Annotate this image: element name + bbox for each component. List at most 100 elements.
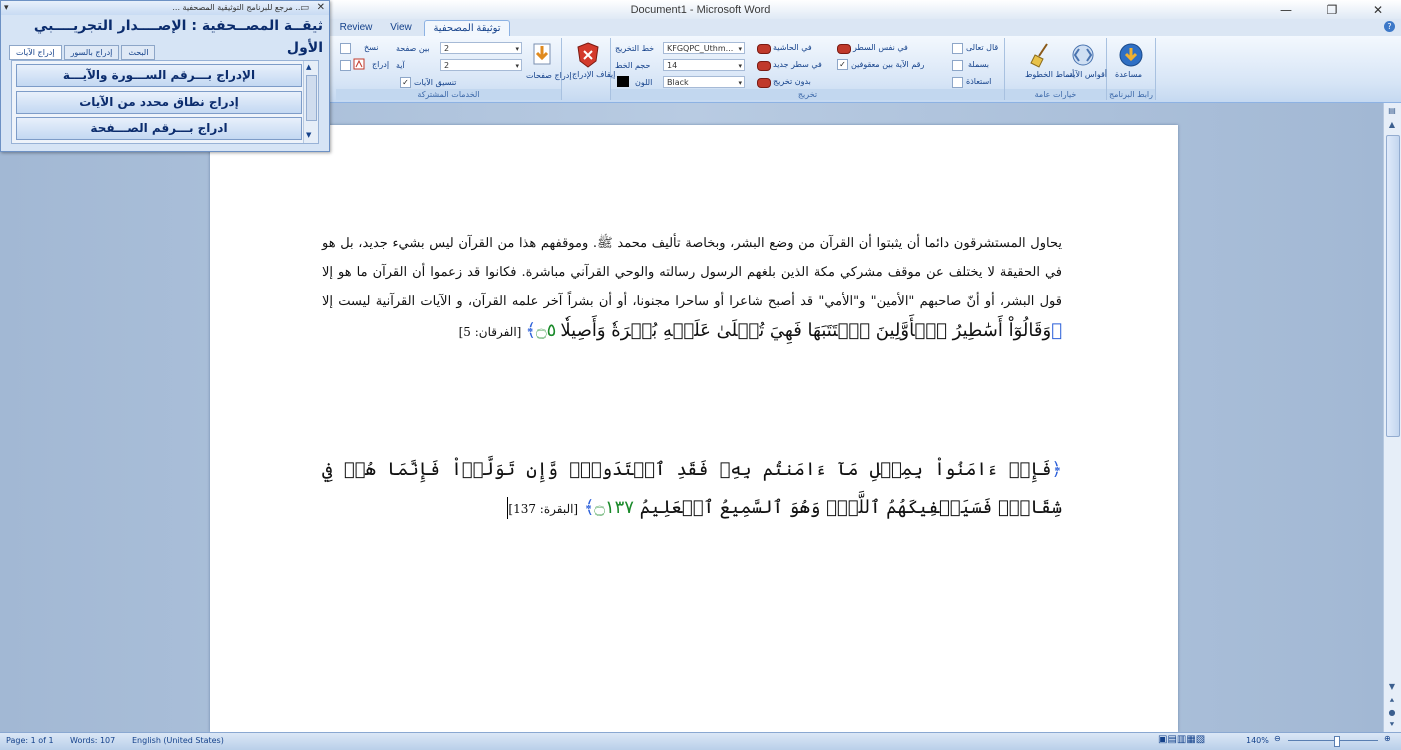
opt-brackets-check[interactable]: ✓: [837, 59, 848, 70]
format-ayat-check[interactable]: ✓: [400, 77, 411, 88]
pdf-icon[interactable]: [353, 58, 365, 70]
maximize-button[interactable]: ❐: [1309, 0, 1355, 19]
scroll-up-icon[interactable]: ▲: [1386, 119, 1398, 130]
scroll-thumb[interactable]: [1386, 135, 1400, 437]
zoom-slider-thumb[interactable]: [1334, 736, 1340, 747]
panel-scroll-down-icon[interactable]: ▼: [306, 131, 311, 139]
verse2-reference: [البقرة: 137]: [508, 502, 579, 516]
shared-check-1[interactable]: [340, 43, 351, 54]
insert-by-page-button[interactable]: ادراج بـــرقم الصـــفحة: [16, 117, 302, 140]
scroll-down-icon[interactable]: ▼: [1386, 681, 1398, 692]
opt-brackets-label[interactable]: رقم الآية بين معقوفين: [851, 60, 924, 69]
verse1-reference: [الفرقان: 5]: [458, 325, 522, 339]
vertical-scrollbar[interactable]: ▤ ▲ ▼ ⯅ ● ⯆: [1383, 103, 1401, 732]
ayah-label: آية: [396, 61, 405, 70]
zoom-level[interactable]: 140%: [1246, 736, 1269, 745]
opt-none-label[interactable]: بدون تخريج: [773, 77, 811, 86]
panel-scrollbar[interactable]: ▲ ▼: [303, 61, 318, 143]
verse2-close-bracket: ﴾: [583, 497, 595, 518]
font-combo[interactable]: KFGQPC_Uthm...: [663, 42, 745, 55]
opt-none-icon[interactable]: [757, 78, 771, 88]
opt-footnote-label[interactable]: في الحاشية: [773, 43, 812, 52]
view-buttons[interactable]: ▣▤▥▦▧: [1158, 734, 1205, 745]
insert-pages-icon[interactable]: [528, 41, 556, 69]
page-count[interactable]: Page: 1 of 1: [6, 736, 54, 745]
tab-view[interactable]: View: [384, 20, 418, 36]
istiadha-label: استعاذة: [966, 77, 992, 86]
program-group-label: رابط البرنامج: [1107, 89, 1155, 100]
ayah-combo[interactable]: 2: [440, 59, 522, 72]
qala-label: قال تعالى: [966, 43, 999, 52]
ruler-toggle-icon[interactable]: ▤: [1386, 105, 1398, 116]
window-title: Document1 - Microsoft Word: [630, 3, 771, 16]
minimize-button[interactable]: —: [1263, 0, 1309, 19]
opt-sameline-label[interactable]: في نفس السطر: [853, 43, 908, 52]
panel-title: ... مرجع للبرنامج التوثيقية المصحفية ...: [172, 3, 303, 12]
broom-icon[interactable]: [1027, 41, 1055, 69]
insert-by-surah-ayah-button[interactable]: الإدراج بـــرقم الســـورة والآيـــة: [16, 64, 302, 87]
format-ayat-label: تنسيق الآيات: [414, 78, 457, 87]
insert-range-button[interactable]: إدراج نطاق محدد من الآيات: [16, 91, 302, 114]
document-area: يحاول المستشرقون دائما أن يثبتوا أن القر…: [0, 103, 1384, 732]
opt-sameline-icon[interactable]: [837, 44, 851, 54]
panel-scroll-thumb[interactable]: [306, 75, 317, 121]
panel-titlebar: ... مرجع للبرنامج التوثيقية المصحفية ...…: [1, 1, 329, 15]
paragraph-1-text: يحاول المستشرقون دائما أن يثبتوا أن القر…: [322, 236, 1062, 309]
insert-label[interactable]: إدراج: [372, 60, 389, 69]
verse1-open-bracket: ﴿: [1051, 320, 1062, 341]
help-globe-icon[interactable]: [1117, 41, 1145, 69]
brackets-icon[interactable]: [1069, 41, 1097, 69]
tawthiqa-panel: ... مرجع للبرنامج التوثيقية المصحفية ...…: [0, 0, 330, 152]
opt-footnote-icon[interactable]: [757, 44, 771, 54]
verse2-ayah-marker: ۝١٣٧: [594, 497, 634, 518]
font-label: خط التخريج: [615, 44, 655, 53]
group-general: أنماط الخطوط أقواس الآية خيارات عامة: [1005, 38, 1107, 100]
panel-tab-search[interactable]: البحث: [121, 45, 156, 60]
close-button[interactable]: ✕: [1355, 0, 1401, 19]
panel-heading: ثيقــة المصــحفية : الإصــــدار التجريــ…: [33, 18, 323, 56]
help-icon[interactable]: ?: [1384, 21, 1395, 32]
basmala-label: بسملة: [968, 60, 989, 69]
color-combo[interactable]: Black: [663, 76, 745, 89]
basmala-check[interactable]: [952, 60, 963, 71]
group-checks: قال تعالى بسملة استعاذة: [946, 38, 1004, 100]
stop-insert-label[interactable]: إيقاف الإدراج: [572, 70, 615, 79]
panel-tab-insert-surah[interactable]: إدراج بالسور: [63, 45, 120, 60]
help-label[interactable]: مساعدة: [1115, 70, 1142, 79]
verse2-text: فَإِنۡ ءَامَنُواْ بِمِثۡلِ مَآ ءَامَنتُم…: [322, 459, 1062, 518]
panel-close-icon[interactable]: ✕: [317, 1, 325, 15]
panel-tab-insert-ayat[interactable]: إدراج الآيات: [9, 45, 62, 60]
tab-review[interactable]: Review: [336, 20, 376, 36]
group-shared-services: نسخ إدراج 2 بين صفحة 2 آية ✓ تنسيق الآيا…: [336, 38, 572, 100]
copy-label[interactable]: نسخ: [364, 43, 379, 52]
stop-shield-icon[interactable]: [574, 41, 602, 69]
general-group-label: خيارات عامة: [1005, 89, 1106, 100]
word-count[interactable]: Words: 107: [70, 736, 115, 745]
document-page[interactable]: يحاول المستشرقون دائما أن يثبتوا أن القر…: [210, 125, 1178, 732]
zoom-slider-track[interactable]: [1288, 740, 1378, 741]
next-page-icon[interactable]: ⯆: [1386, 719, 1398, 730]
brackets-label[interactable]: أقواس الآية: [1069, 70, 1107, 79]
size-combo[interactable]: 14: [663, 59, 745, 72]
color-swatch[interactable]: [617, 76, 629, 87]
tab-tawthiqa[interactable]: توثيقة المصحفية: [424, 20, 510, 37]
styles-label[interactable]: أنماط الخطوط: [1025, 70, 1074, 79]
window-controls: — ❐ ✕: [1263, 0, 1401, 19]
panel-scroll-up-icon[interactable]: ▲: [306, 63, 311, 71]
opt-newline-icon[interactable]: [757, 61, 771, 71]
opt-newline-label[interactable]: في سطر جديد: [773, 60, 822, 69]
verse1-ayah-marker: ۝٥: [536, 320, 557, 341]
language-indicator[interactable]: English (United States): [132, 736, 224, 745]
istiadha-check[interactable]: [952, 77, 963, 88]
zoom-out-icon[interactable]: ⊖: [1274, 734, 1281, 743]
panel-restore-icon[interactable]: ▭: [300, 1, 309, 15]
qala-check[interactable]: [952, 43, 963, 54]
panel-menu-icon[interactable]: ▾: [4, 1, 9, 15]
verse-2[interactable]: ﴿فَإِنۡ ءَامَنُواْ بِمِثۡلِ مَآ ءَامَنتُ…: [322, 451, 1062, 528]
paragraph-1[interactable]: يحاول المستشرقون دائما أن يثبتوا أن القر…: [322, 229, 1062, 347]
browse-object-icon[interactable]: ●: [1386, 707, 1398, 718]
shared-check-2[interactable]: [340, 60, 351, 71]
prev-page-icon[interactable]: ⯅: [1386, 695, 1398, 706]
pages-combo[interactable]: 2: [440, 42, 522, 55]
zoom-in-icon[interactable]: ⊕: [1384, 734, 1391, 743]
